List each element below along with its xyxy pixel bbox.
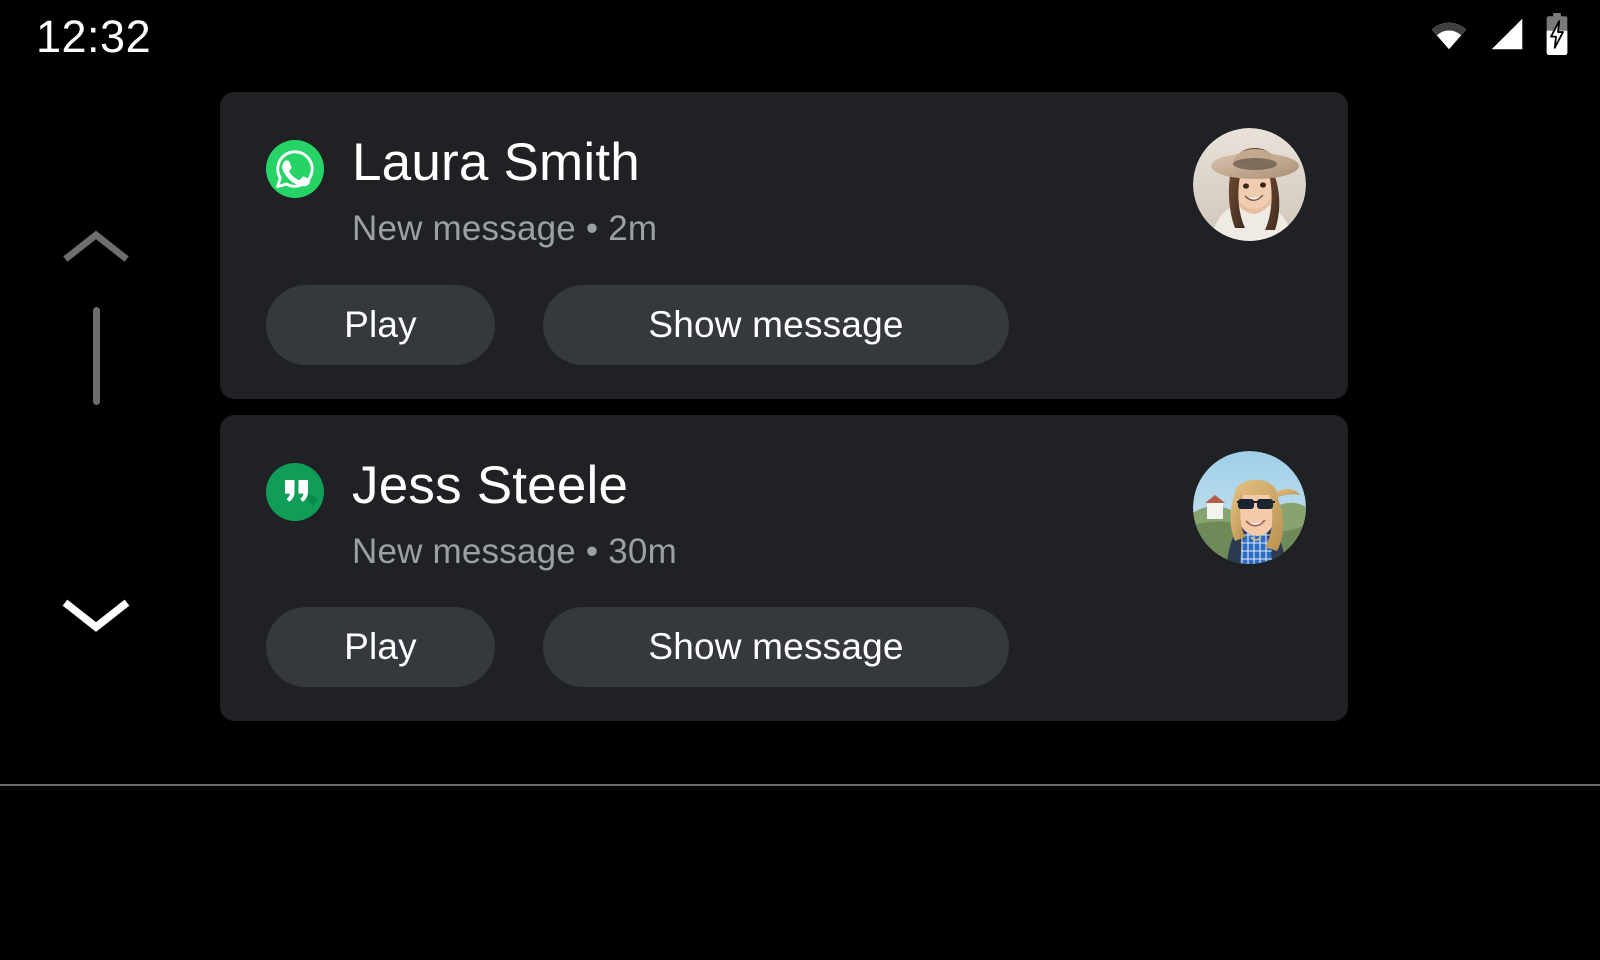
notification-subtitle: New message • 2m — [352, 209, 658, 249]
notification-text: Laura Smith New message • 2m — [352, 134, 1312, 249]
wifi-icon — [1428, 18, 1470, 55]
play-button[interactable]: Play — [266, 607, 495, 688]
notification-text: Jess Steele New message • 30m — [352, 455, 1312, 572]
show-message-button[interactable]: Show message — [543, 284, 1009, 365]
cellular-signal-icon — [1488, 17, 1526, 56]
status-icons — [1428, 12, 1570, 60]
scrollbar[interactable] — [60, 215, 132, 655]
whatsapp-icon — [266, 140, 324, 198]
notification-card[interactable]: Laura Smith New message • 2m Play Show m… — [220, 92, 1348, 399]
clock: 12:32 — [36, 10, 152, 62]
battery-charging-icon — [1544, 12, 1570, 60]
notification-header: Laura Smith New message • 2m — [266, 134, 1312, 249]
notification-sender: Laura Smith — [352, 133, 640, 192]
notification-actions: Play Show message — [266, 607, 1312, 688]
show-message-button[interactable]: Show message — [543, 607, 1009, 688]
notification-subtitle: New message • 30m — [352, 531, 677, 571]
avatar — [1193, 128, 1306, 241]
notification-list: Laura Smith New message • 2m Play Show m… — [220, 92, 1348, 737]
bottom-navigation-bar — [0, 786, 1600, 960]
avatar — [1193, 450, 1306, 564]
hangouts-icon — [266, 462, 324, 521]
scrollbar-thumb[interactable] — [93, 307, 100, 405]
scroll-up-icon[interactable] — [60, 225, 132, 269]
scroll-down-icon[interactable] — [60, 593, 132, 637]
notification-header: Jess Steele New message • 30m — [266, 455, 1312, 572]
status-bar: 12:32 — [0, 0, 1600, 72]
notification-card[interactable]: Jess Steele New message • 30m Play Show … — [220, 414, 1348, 722]
play-button[interactable]: Play — [266, 284, 495, 365]
notification-actions: Play Show message — [266, 284, 1312, 365]
android-auto-screen: 12:32 Laura Smith New message • 2m Play … — [0, 0, 1600, 960]
notification-sender: Jess Steele — [352, 455, 629, 515]
